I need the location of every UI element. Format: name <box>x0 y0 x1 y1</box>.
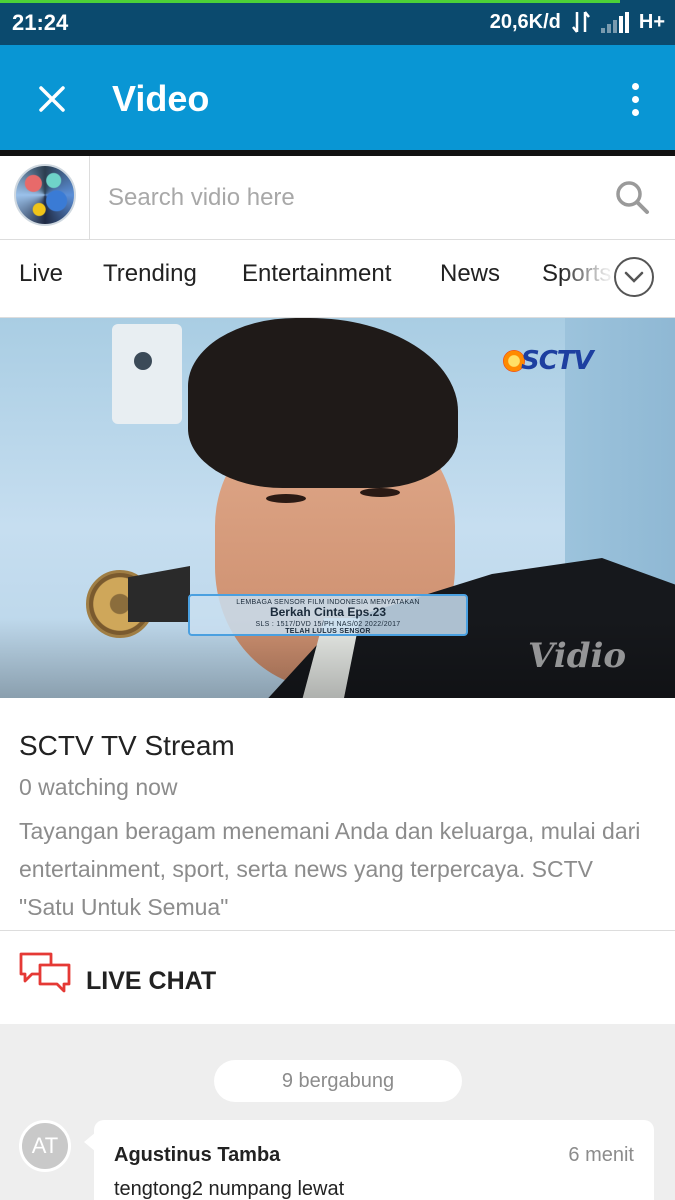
watching-count: 0 watching now <box>19 774 178 800</box>
loading-progress-bar <box>0 0 620 3</box>
search-row <box>0 156 675 240</box>
tab-news[interactable]: News <box>440 260 500 288</box>
live-chat-label: LIVE CHAT <box>86 967 217 995</box>
vidio-watermark: Vidio <box>528 636 627 676</box>
tab-live[interactable]: Live <box>19 260 63 288</box>
category-tabs: Live Trending Entertainment News Sports <box>0 240 675 318</box>
search-input[interactable] <box>108 174 598 222</box>
channel-logo: SCTV <box>503 344 594 378</box>
network-type: H+ <box>638 10 665 33</box>
more-options-button[interactable] <box>617 75 653 123</box>
more-vert-icon <box>631 82 639 90</box>
chevron-down-icon <box>624 271 644 283</box>
tab-trending[interactable]: Trending <box>103 260 197 288</box>
app-bar: Video <box>0 45 675 150</box>
status-indicators: 20,6K/d H+ <box>490 10 665 34</box>
stream-title: SCTV TV Stream <box>19 730 235 761</box>
live-chat-header[interactable]: LIVE CHAT <box>0 930 675 1024</box>
video-player[interactable]: SCTV LEMBAGA SENSOR FILM INDONESIA MENYA… <box>0 318 675 698</box>
chat-message: Agustinus Tamba 6 menit tengtong2 numpan… <box>84 1120 654 1200</box>
status-bar: 21:24 20,6K/d H+ <box>0 0 675 45</box>
chat-message-time: 6 menit <box>568 1144 634 1166</box>
search-icon[interactable] <box>613 178 651 216</box>
expand-tabs-button[interactable] <box>614 257 654 297</box>
chat-message-text: tengtong2 numpang lewat <box>114 1178 345 1200</box>
search-divider <box>89 156 90 240</box>
stream-description: Tayangan beragam menemani Anda dan kelua… <box>19 818 641 920</box>
chat-message-author[interactable]: Agustinus Tamba <box>114 1144 280 1167</box>
status-time: 21:24 <box>12 10 69 35</box>
user-avatar[interactable] <box>14 164 76 226</box>
signal-icon <box>600 11 629 33</box>
page-title: Video <box>112 78 210 119</box>
joined-count-badge: 9 bergabung <box>214 1060 462 1102</box>
tab-entertainment[interactable]: Entertainment <box>242 260 391 288</box>
video-frame-background <box>112 324 182 424</box>
chat-area: 9 bergabung AT Agustinus Tamba 6 menit t… <box>0 1024 675 1200</box>
data-transfer-icon <box>571 10 591 34</box>
close-button[interactable] <box>28 75 76 123</box>
chat-bubbles-icon <box>19 952 71 993</box>
censor-overlay: LEMBAGA SENSOR FILM INDONESIA MENYATAKAN… <box>188 594 468 636</box>
network-speed: 20,6K/d <box>489 10 561 33</box>
avatar[interactable]: AT <box>19 1120 71 1172</box>
close-icon <box>39 86 65 112</box>
